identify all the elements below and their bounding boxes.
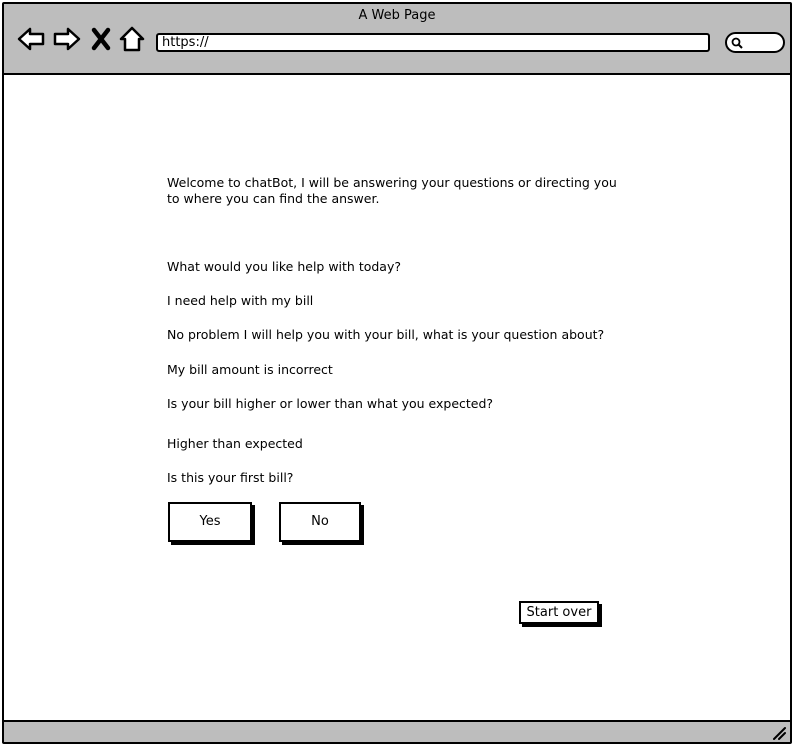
chat-message-bot: Is your bill higher or lower than what y… <box>167 396 494 411</box>
chat-message-user: My bill amount is incorrect <box>167 362 333 377</box>
search-icon <box>731 37 743 49</box>
chat-message-bot: What would you like help with today? <box>167 259 401 274</box>
no-button[interactable]: No <box>279 502 361 542</box>
page-content: Welcome to chatBot, I will be answering … <box>4 75 790 720</box>
chat-message-user: Higher than expected <box>167 436 303 451</box>
chat-message-bot: Is this your first bill? <box>167 470 294 485</box>
chat-message-bot: No problem I will help you with your bil… <box>167 327 605 342</box>
address-bar[interactable]: https:// <box>156 33 710 52</box>
back-arrow-icon[interactable] <box>16 24 46 54</box>
search-field[interactable] <box>725 32 785 53</box>
close-icon[interactable] <box>88 24 114 54</box>
home-icon[interactable] <box>118 24 146 54</box>
chat-message-user: I need help with my bill <box>167 293 314 308</box>
start-over-button[interactable]: Start over <box>519 601 599 624</box>
yes-button[interactable]: Yes <box>168 502 252 542</box>
forward-arrow-icon[interactable] <box>52 24 82 54</box>
window-title: A Web Page <box>358 8 436 23</box>
chat-message-welcome: Welcome to chatBot, I will be answering … <box>167 175 617 206</box>
browser-toolbar: A Web Page https:// <box>4 4 790 75</box>
browser-window: A Web Page https:// Welcome to chatBot, … <box>2 2 792 744</box>
resize-grip-icon[interactable] <box>772 726 786 740</box>
status-bar <box>4 720 790 742</box>
